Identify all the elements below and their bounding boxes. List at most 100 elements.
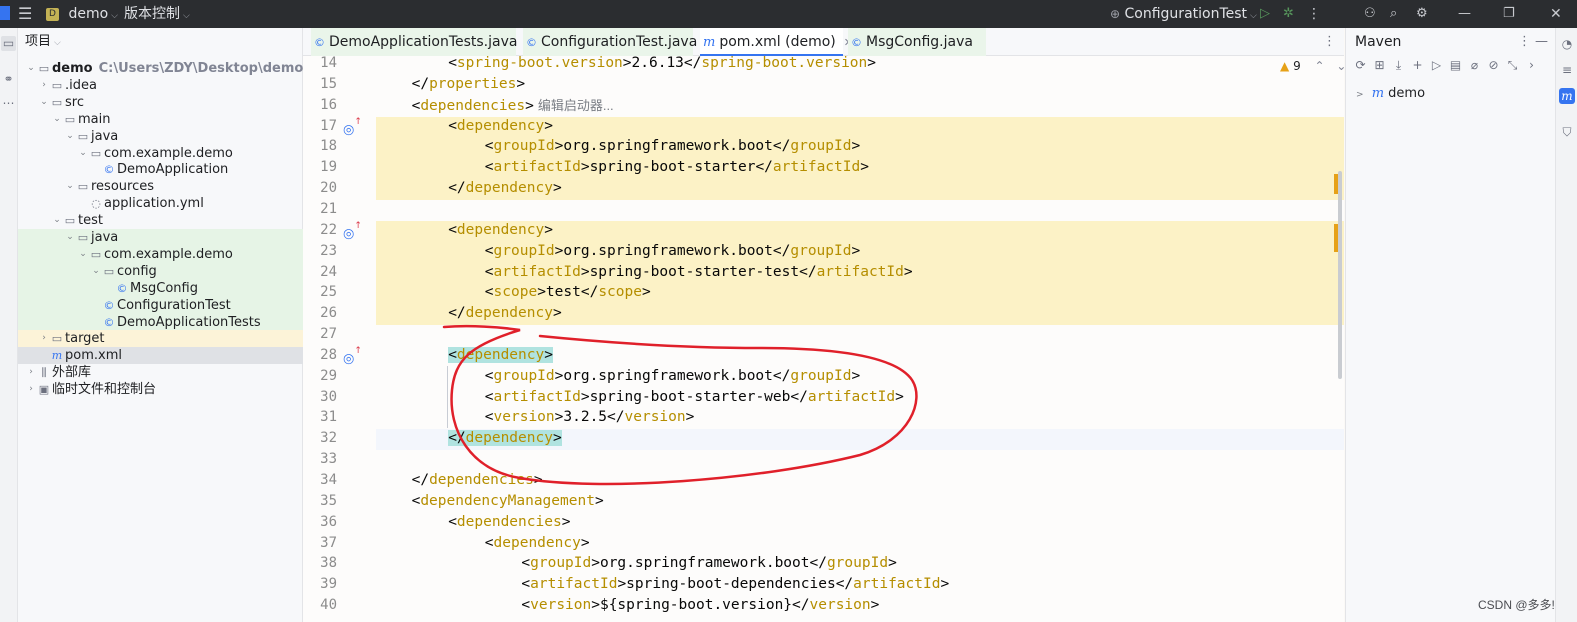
tree-item[interactable]: › ▣ 临时文件和控制台 bbox=[18, 381, 303, 398]
chevron-right-icon[interactable]: › bbox=[26, 364, 36, 381]
code-line[interactable]: 16 <dependencies> 编辑启动器... bbox=[303, 95, 1344, 116]
override-gutter-icon[interactable]: ◎↑ bbox=[343, 221, 362, 241]
tree-item[interactable]: › ▭ .idea bbox=[18, 77, 303, 94]
editor-tab[interactable]: © ConfigurationTest.java bbox=[523, 28, 697, 56]
chevron-down-icon[interactable]: ⌄ bbox=[65, 178, 75, 195]
inspection-widget[interactable]: ▲ 9 ⌃ ⌄ bbox=[1280, 59, 1344, 73]
more-actions-icon[interactable]: ⋮ bbox=[1307, 0, 1321, 28]
code-line[interactable]: 34 </dependencies> bbox=[303, 470, 1344, 491]
editor-scrollbar[interactable] bbox=[1338, 171, 1342, 379]
notifications-icon[interactable]: ◔ bbox=[1559, 36, 1575, 52]
code-line[interactable]: 38 <groupId>org.springframework.boot</gro… bbox=[303, 553, 1344, 574]
code-line[interactable]: 14 <spring-boot.version>2.6.13</spring-bo… bbox=[303, 56, 1344, 74]
code-line[interactable]: 40 <version>${spring-boot.version}</versi… bbox=[303, 595, 1344, 616]
code-line[interactable]: 26 </dependency> bbox=[303, 303, 1344, 324]
code-line[interactable]: 36 <dependencies> bbox=[303, 512, 1344, 533]
download-icon[interactable]: ⤓ bbox=[1389, 58, 1408, 73]
settings-gear-icon[interactable]: ⚙ bbox=[1416, 0, 1428, 28]
chevron-right-icon[interactable]: › bbox=[39, 77, 49, 94]
code-line[interactable]: 32 </dependency> bbox=[303, 428, 1344, 449]
tree-item[interactable]: ⌄ ▭ src bbox=[18, 94, 303, 111]
minimize-icon[interactable]: — bbox=[1458, 0, 1471, 28]
code-line[interactable]: 39 <artifactId>spring-boot-dependencies</… bbox=[303, 574, 1344, 595]
code-line[interactable]: 27 bbox=[303, 324, 1344, 345]
close-window-icon[interactable]: ✕ bbox=[1550, 0, 1562, 28]
code-line[interactable]: 25 <scope>test</scope> bbox=[303, 282, 1344, 303]
add-user-icon[interactable]: ⚇ bbox=[1364, 0, 1376, 28]
tree-item[interactable]: © DemoApplicationTests bbox=[18, 313, 303, 331]
chevron-down-icon[interactable]: ⌄ bbox=[65, 128, 75, 145]
tree-item[interactable]: © DemoApplication bbox=[18, 161, 303, 178]
tree-item[interactable]: ⌄ ▭ com.example.demo bbox=[18, 245, 303, 263]
code-line[interactable]: 17 ◎↑ <dependency> bbox=[303, 116, 1344, 137]
tree-item[interactable]: © ConfigurationTest bbox=[18, 296, 303, 314]
lifecycle-icon[interactable]: ▤ bbox=[1446, 58, 1465, 72]
tree-item[interactable]: ⌄ ▭ main bbox=[18, 111, 303, 128]
project-folder-icon[interactable]: ▭ bbox=[1, 36, 16, 51]
tree-item[interactable]: ⌄ ▭ config bbox=[18, 262, 303, 280]
editor-tab[interactable]: © DemoApplicationTests.java bbox=[311, 28, 517, 56]
database-icon[interactable]: ≡ bbox=[1559, 62, 1575, 78]
tree-item[interactable]: © MsgConfig bbox=[18, 279, 303, 297]
code-editor[interactable]: 14 <spring-boot.version>2.6.13</spring-bo… bbox=[303, 56, 1344, 622]
chevron-up-icon[interactable]: ⌃ bbox=[1315, 59, 1325, 73]
search-icon[interactable]: ⌕ bbox=[1390, 0, 1397, 28]
tree-item[interactable]: ⌄ ▭ java bbox=[18, 229, 303, 246]
chevron-down-icon[interactable]: ⌄ bbox=[65, 229, 75, 246]
tree-item[interactable]: ◌ application.yml bbox=[18, 195, 303, 212]
code-line[interactable]: 21 bbox=[303, 199, 1344, 220]
tree-item[interactable]: ⌄ ▭ com.example.demo bbox=[18, 145, 303, 162]
tree-item[interactable]: › ⫼ 外部库 bbox=[18, 364, 303, 381]
maven-project-row[interactable]: > m demo bbox=[1356, 86, 1425, 101]
tree-item[interactable]: m pom.xml bbox=[18, 347, 303, 365]
project-switcher[interactable]: D demo ⌵ bbox=[46, 0, 118, 28]
code-line[interactable]: 37 <dependency> bbox=[303, 533, 1344, 554]
code-line[interactable]: 22 ◎↑ <dependency> bbox=[303, 220, 1344, 241]
code-line[interactable]: 35 <dependencyManagement> bbox=[303, 491, 1344, 512]
maven-options-icon[interactable]: ⋮ bbox=[1518, 28, 1531, 56]
run-icon[interactable]: ▷ bbox=[1427, 58, 1446, 72]
add-folder-icon[interactable]: ⊞ bbox=[1370, 58, 1389, 72]
skip-tests-icon[interactable]: ⊘ bbox=[1484, 58, 1503, 72]
shield-icon[interactable]: ⛉ bbox=[1559, 124, 1575, 140]
code-line[interactable]: 24 <artifactId>spring-boot-starter-test</… bbox=[303, 262, 1344, 283]
debug-icon[interactable]: ✲ bbox=[1283, 0, 1294, 28]
tree-item[interactable]: ⌄ ▭ test bbox=[18, 212, 303, 229]
inlay-hint-link[interactable]: 编辑启动器... bbox=[538, 98, 614, 113]
main-menu-icon[interactable]: ☰ bbox=[18, 0, 32, 28]
more-tools-icon[interactable]: ⋯ bbox=[1, 96, 16, 111]
chevron-down-icon[interactable]: ⌄ bbox=[91, 263, 101, 280]
code-line[interactable]: 23 <groupId>org.springframework.boot</gro… bbox=[303, 241, 1344, 262]
override-gutter-icon[interactable]: ◎↑ bbox=[343, 117, 362, 137]
vcs-menu[interactable]: 版本控制 ⌵ bbox=[124, 0, 190, 28]
run-config-selector[interactable]: ⊕ ConfigurationTest ⌵ bbox=[1110, 0, 1257, 28]
collapse-icon[interactable]: ⤡ bbox=[1503, 58, 1522, 73]
tab-options-icon[interactable]: ⋮ bbox=[1323, 28, 1336, 56]
chevron-down-icon[interactable]: ⌄ bbox=[52, 111, 62, 128]
code-line[interactable]: 33 bbox=[303, 449, 1344, 470]
tree-item[interactable]: ⌄ ▭ demo C:\Users\ZDY\Desktop\demo bbox=[18, 60, 303, 77]
code-line[interactable]: 31 <version>3.2.5</version> bbox=[303, 407, 1344, 428]
chevron-down-icon[interactable]: ⌄ bbox=[78, 145, 88, 162]
chevron-down-icon[interactable]: ⌄ bbox=[39, 94, 49, 111]
code-line[interactable]: 15 </properties> bbox=[303, 74, 1344, 95]
tree-item[interactable]: ⌄ ▭ java bbox=[18, 128, 303, 145]
code-line[interactable]: 29 <groupId>org.springframework.boot</gro… bbox=[303, 366, 1344, 387]
code-line[interactable]: 30 <artifactId>spring-boot-starter-web</a… bbox=[303, 387, 1344, 408]
reload-icon[interactable]: ⟳ bbox=[1351, 58, 1370, 72]
restore-icon[interactable]: ❐ bbox=[1503, 0, 1515, 28]
structure-icon[interactable]: ⚭ bbox=[1, 72, 16, 87]
tree-item[interactable]: › ▭ target bbox=[18, 330, 303, 348]
project-panel-header[interactable]: 项目 ⌵ bbox=[18, 28, 303, 56]
editor-tab[interactable]: © MsgConfig.java bbox=[848, 28, 986, 56]
tree-item[interactable]: ⌄ ▭ resources bbox=[18, 178, 303, 195]
run-icon[interactable]: ▷ bbox=[1260, 0, 1270, 28]
chevron-right-icon[interactable]: › bbox=[26, 381, 36, 398]
code-line[interactable]: 19 <artifactId>spring-boot-starter</artif… bbox=[303, 157, 1344, 178]
chevron-right-icon[interactable]: › bbox=[39, 330, 49, 347]
override-gutter-icon[interactable]: ◎↑ bbox=[343, 346, 362, 366]
hide-panel-icon[interactable]: — bbox=[1535, 28, 1548, 56]
add-icon[interactable]: + bbox=[1408, 58, 1427, 72]
chevron-down-icon[interactable]: ⌄ bbox=[78, 246, 88, 263]
offline-icon[interactable]: ⌀ bbox=[1465, 58, 1484, 72]
